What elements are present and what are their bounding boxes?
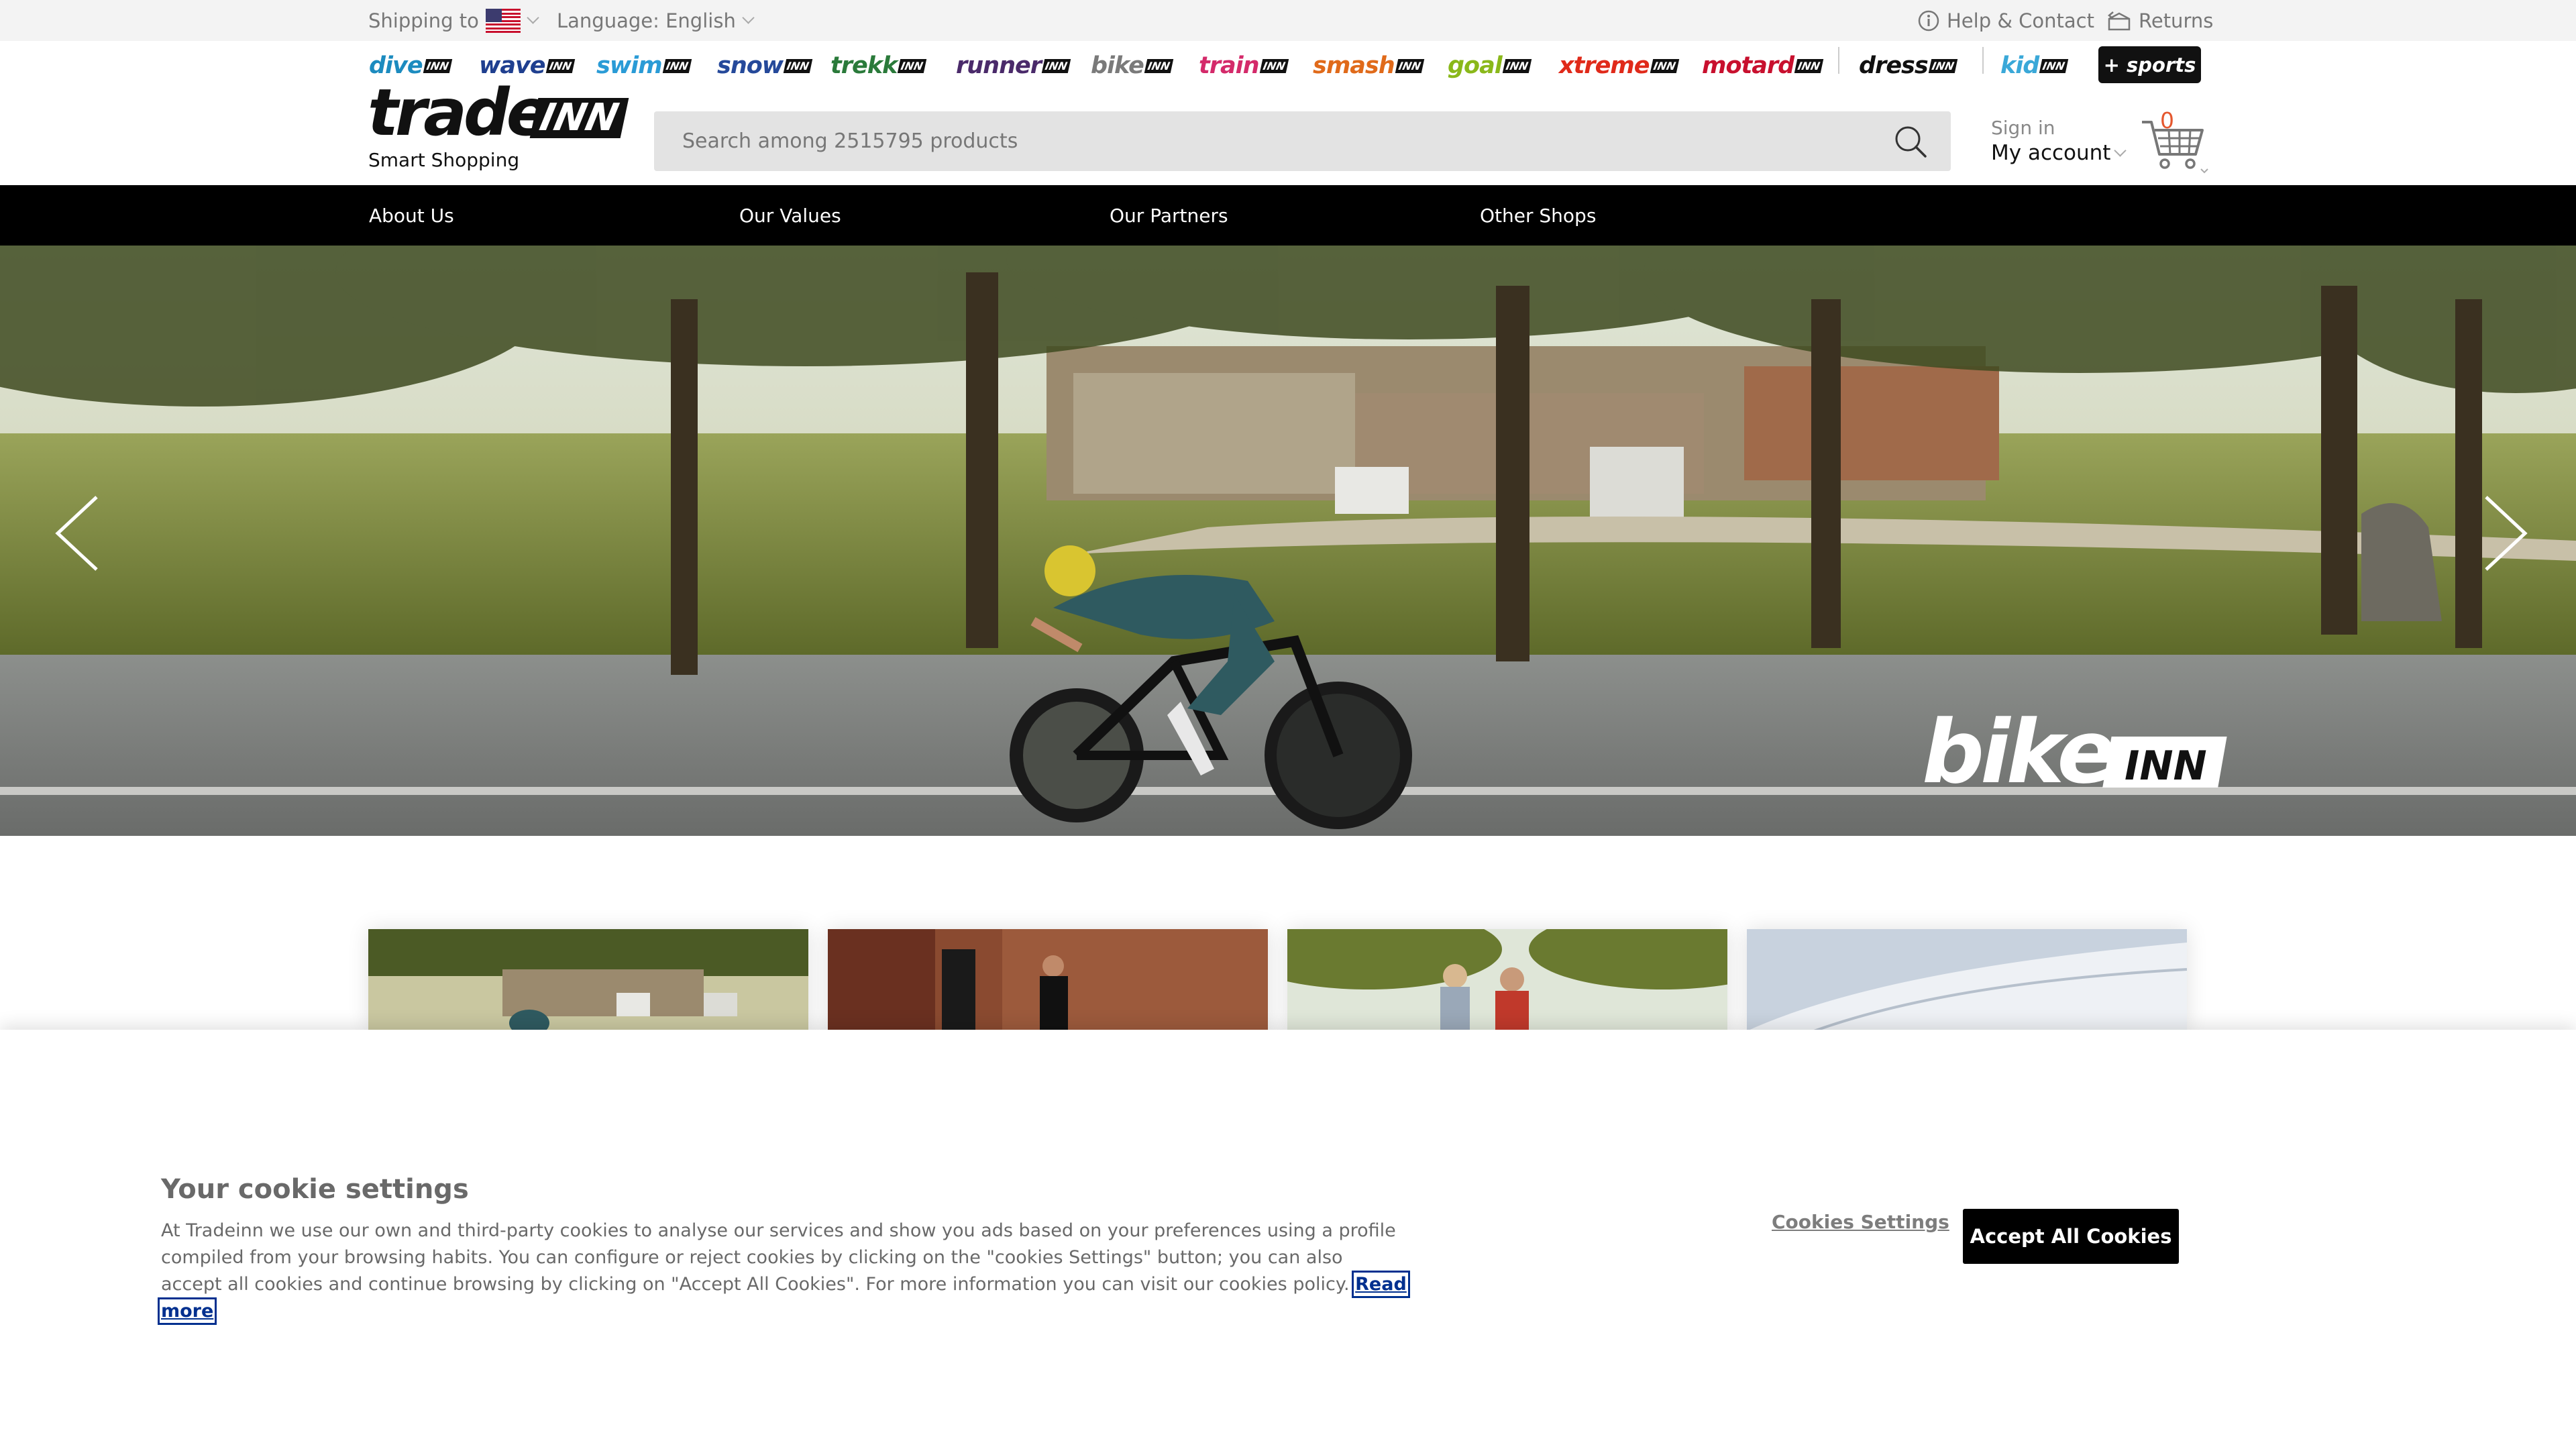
shops-divider bbox=[1982, 47, 1984, 74]
shop-link-train[interactable]: train INN bbox=[1199, 44, 1289, 87]
shop-link-kid[interactable]: kid INN bbox=[2000, 44, 2069, 87]
card-image bbox=[828, 929, 1268, 1031]
tradeinn-logo[interactable]: trade INN bbox=[368, 75, 629, 150]
carousel-next-arrow-icon[interactable] bbox=[2469, 493, 2536, 574]
us-flag-icon bbox=[485, 8, 521, 33]
logo-word: trade bbox=[368, 75, 550, 150]
feature-card[interactable] bbox=[1747, 929, 2187, 1031]
shops-row: dive INN wave INN swim INN snow INN trekk INN… bbox=[369, 44, 2204, 87]
bikeinn-logo: bike INN bbox=[1922, 708, 2227, 802]
search-input[interactable] bbox=[654, 111, 1862, 171]
carousel-prev-arrow-icon[interactable] bbox=[47, 493, 114, 574]
sign-in-link[interactable]: Sign in bbox=[1991, 117, 2055, 139]
search-icon bbox=[1895, 126, 1927, 158]
shopping-cart-icon[interactable] bbox=[2137, 107, 2210, 174]
shops-divider bbox=[1838, 47, 1839, 74]
cookie-banner: Your cookie settings At Tradeinn we use … bbox=[0, 1030, 2576, 1449]
cookie-description: At Tradeinn we use our own and third-par… bbox=[161, 1220, 1396, 1295]
card-image bbox=[368, 929, 808, 1031]
feature-card[interactable] bbox=[1287, 929, 1727, 1031]
help-contact-label: Help & Contact bbox=[1947, 9, 2094, 32]
search-button[interactable] bbox=[1870, 111, 1951, 171]
logo-inn-badge: INN bbox=[529, 96, 629, 140]
card-image bbox=[1747, 929, 2187, 1031]
shop-link-runner[interactable]: runner INN bbox=[956, 44, 1071, 87]
nav-about-us[interactable]: About Us bbox=[369, 185, 454, 246]
returns-label: Returns bbox=[2139, 9, 2214, 32]
shop-link-snow[interactable]: snow INN bbox=[717, 44, 813, 87]
shipping-selector[interactable]: Shipping to bbox=[368, 0, 539, 41]
language-selector[interactable]: Language: English bbox=[557, 0, 755, 41]
chevron-down-icon bbox=[2114, 144, 2127, 157]
nav-our-values[interactable]: Our Values bbox=[739, 185, 841, 246]
search-bar bbox=[654, 111, 1951, 171]
more-sports-button[interactable]: + sports bbox=[2098, 46, 2201, 83]
shop-link-goal[interactable]: goal INN bbox=[1448, 44, 1532, 87]
returns-box-icon bbox=[2108, 11, 2131, 30]
nav-our-partners[interactable]: Our Partners bbox=[1110, 185, 1228, 246]
returns-link[interactable]: Returns bbox=[2106, 0, 2213, 41]
hero-banner[interactable]: bike INN bbox=[0, 246, 2576, 836]
shop-link-smash[interactable]: smash INN bbox=[1313, 44, 1424, 87]
help-contact-link[interactable]: Help & Contact bbox=[1917, 0, 2094, 41]
info-icon bbox=[1918, 10, 1939, 31]
shop-link-dress[interactable]: dress INN bbox=[1859, 44, 1957, 87]
svg-text:INN: INN bbox=[2125, 743, 2207, 790]
shop-link-trekk[interactable]: trekk INN bbox=[830, 44, 927, 87]
card-image bbox=[1287, 929, 1727, 1031]
logo-tagline: Smart Shopping bbox=[368, 149, 520, 171]
cookie-title: Your cookie settings bbox=[161, 1174, 469, 1205]
feature-card[interactable] bbox=[828, 929, 1268, 1031]
chevron-down-icon bbox=[742, 11, 755, 24]
feature-card[interactable] bbox=[368, 929, 808, 1031]
chevron-down-icon bbox=[527, 11, 539, 24]
shop-link-motard[interactable]: motard INN bbox=[1702, 44, 1824, 87]
accept-all-cookies-button[interactable]: Accept All Cookies bbox=[1963, 1209, 2179, 1264]
shop-link-bike[interactable]: bike INN bbox=[1091, 44, 1173, 87]
top-bar: Shipping to Language: English Help & Con… bbox=[0, 0, 2576, 41]
nav-other-shops[interactable]: Other Shops bbox=[1480, 185, 1596, 246]
main-navigation: About Us Our Values Our Partners Other S… bbox=[0, 185, 2576, 246]
shop-link-xtreme[interactable]: xtreme INN bbox=[1559, 44, 1679, 87]
my-account-menu[interactable]: My account bbox=[1991, 141, 2127, 165]
shipping-label: Shipping to bbox=[368, 9, 479, 32]
cookies-settings-button[interactable]: Cookies Settings bbox=[1772, 1211, 1949, 1233]
language-label: Language: English bbox=[557, 9, 736, 32]
svg-text:bike: bike bbox=[1922, 708, 2113, 802]
cookie-text: At Tradeinn we use our own and third-par… bbox=[158, 1218, 1410, 1325]
my-account-label: My account bbox=[1991, 141, 2111, 165]
